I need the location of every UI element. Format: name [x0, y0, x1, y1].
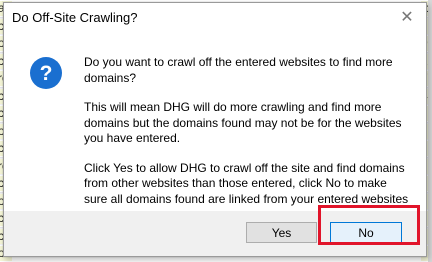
dialog-titlebar: Do Off-Site Crawling? ✕ [4, 3, 426, 33]
message-line: domains but the domains found may not be… [84, 115, 402, 130]
message-line: This will mean DHG will do more crawling… [84, 100, 382, 114]
message-line: Do you want to crawl off the entered web… [84, 55, 393, 69]
message-line: domains? [84, 70, 137, 85]
message-line: Click Yes to allow DHG to crawl off the … [84, 160, 405, 175]
svg-text:?: ? [40, 62, 53, 85]
close-icon[interactable]: ✕ [396, 8, 418, 28]
message-paragraph-2: This will mean DHG will do more crawling… [84, 100, 412, 147]
message-paragraph-1: Do you want to crawl off the entered web… [84, 55, 412, 86]
message-line: you have entered. [84, 131, 181, 145]
dialog-title: Do Off-Site Crawling? [12, 10, 138, 25]
message-paragraph-3: Click Yes to allow DHG to crawl off the … [84, 161, 412, 208]
dialog-content: ? Do you want to crawl off the entered w… [4, 33, 426, 211]
message-line: from other websites than those entered, … [84, 176, 387, 190]
yes-button[interactable]: Yes [246, 222, 317, 243]
highlight-annotation [318, 205, 420, 245]
dialog-message: Do you want to crawl off the entered web… [84, 55, 412, 221]
info-question-icon: ? [30, 57, 62, 89]
background-scrollbar [428, 0, 432, 262]
